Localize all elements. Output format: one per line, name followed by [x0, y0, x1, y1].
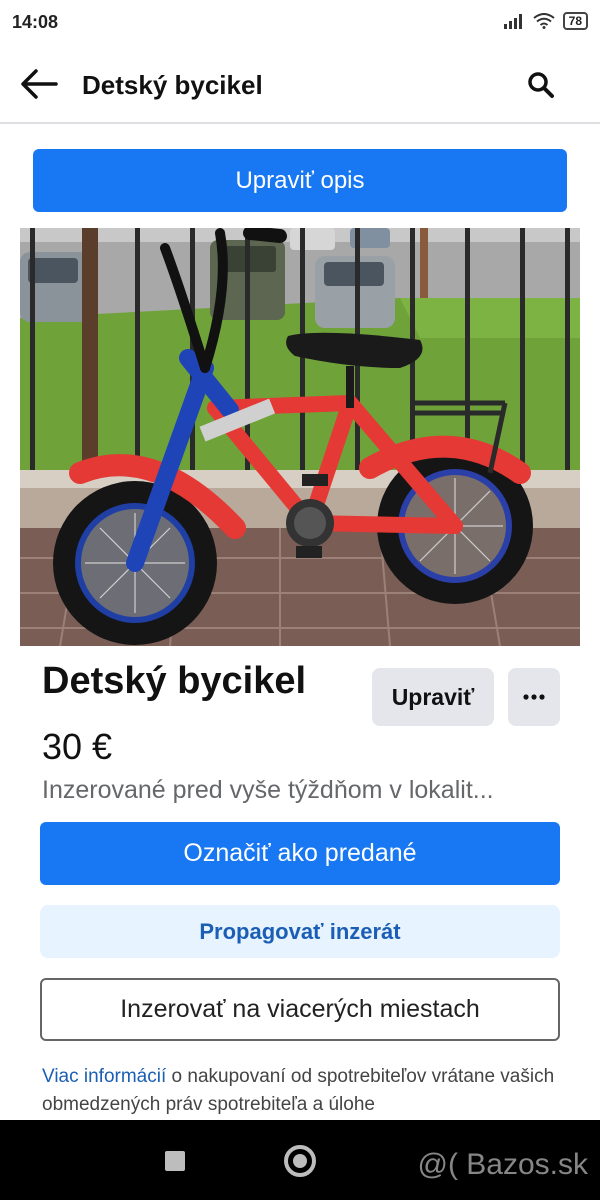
promote-listing-button[interactable]: Propagovať inzerát — [40, 905, 560, 958]
bicycle-photo — [20, 228, 580, 646]
status-bar: 14:08 78 — [0, 0, 600, 46]
listed-info: Inzerované pred vyše týždňom v lokalit..… — [42, 776, 494, 804]
more-options-button[interactable] — [508, 668, 560, 726]
edit-button[interactable]: Upraviť — [372, 668, 494, 726]
listing-title: Detský bycikel — [42, 660, 307, 702]
status-time: 14:08 — [12, 12, 59, 32]
search-icon — [528, 72, 554, 98]
watermark: @( Bazos.sk — [417, 1148, 589, 1181]
list-in-more-places-button[interactable]: Inzerovať na viacerých miestach — [40, 978, 560, 1041]
recents-button[interactable] — [165, 1151, 185, 1171]
edit-description-button[interactable]: Upraviť opis — [33, 149, 567, 212]
listing-photo[interactable] — [20, 228, 580, 646]
page-title: Detský bycikel — [82, 70, 263, 100]
consumer-info: Viac informácií o nakupovaní od spotrebi… — [42, 1063, 562, 1119]
more-dots-icon — [523, 694, 545, 700]
mark-as-sold-button[interactable]: Označiť ako predané — [40, 822, 560, 885]
signal-icon — [503, 14, 522, 29]
app-header: Detský bycikel — [0, 46, 600, 124]
listing-price: 30 € — [42, 726, 113, 767]
back-button[interactable] — [18, 66, 60, 102]
battery-icon: 78 — [562, 12, 588, 30]
system-nav-bar: @( Bazos.sk — [0, 1120, 600, 1200]
status-icons: 78 — [503, 12, 588, 30]
back-arrow-icon — [21, 69, 58, 99]
search-button[interactable] — [526, 70, 556, 100]
more-info-link[interactable]: Viac informácií — [42, 1066, 166, 1087]
wifi-icon — [533, 13, 555, 29]
home-button[interactable] — [284, 1145, 316, 1177]
